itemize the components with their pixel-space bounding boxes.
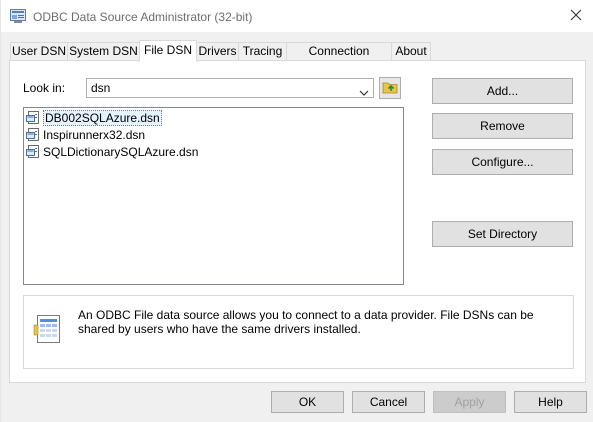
tab-file-dsn[interactable]: File DSN bbox=[139, 40, 197, 62]
ok-button[interactable]: OK bbox=[271, 391, 344, 413]
file-name: DB002SQLAzure.dsn bbox=[43, 110, 162, 126]
odbc-admin-icon bbox=[10, 9, 26, 23]
look-in-label: Look in: bbox=[23, 81, 66, 95]
dsn-file-icon bbox=[26, 111, 40, 125]
tab-about[interactable]: About bbox=[391, 42, 431, 61]
list-item[interactable]: DB002SQLAzure.dsn bbox=[26, 110, 162, 126]
tab-label: Drivers bbox=[198, 44, 237, 58]
apply-button[interactable]: Apply bbox=[433, 391, 506, 413]
look-in-value: dsn bbox=[91, 81, 111, 95]
up-folder-icon bbox=[382, 80, 398, 97]
chevron-down-icon bbox=[359, 84, 369, 96]
title-bar: ODBC Data Source Administrator (32-bit) bbox=[1, 0, 593, 32]
description-text: An ODBC File data source allows you to c… bbox=[78, 308, 534, 336]
window-title: ODBC Data Source Administrator (32-bit) bbox=[33, 10, 253, 24]
tab-label: System DSN bbox=[69, 44, 138, 58]
file-name: Inspirunnerx32.dsn bbox=[43, 128, 146, 142]
dsn-file-icon bbox=[26, 145, 40, 159]
file-name: SQLDictionarySQLAzure.dsn bbox=[43, 145, 199, 159]
tab-label: File DSN bbox=[143, 43, 192, 57]
up-folder-button[interactable] bbox=[379, 77, 401, 99]
tab-strip: User DSN System DSN File DSN Drivers Tra… bbox=[10, 40, 570, 75]
set-directory-button[interactable]: Set Directory bbox=[432, 221, 573, 247]
cancel-button[interactable]: Cancel bbox=[352, 391, 425, 413]
close-button[interactable] bbox=[561, 4, 591, 28]
tab-drivers[interactable]: Drivers bbox=[196, 42, 239, 61]
data-source-icon bbox=[33, 313, 65, 345]
odbc-admin-window: ODBC Data Source Administrator (32-bit) … bbox=[0, 0, 593, 422]
list-item[interactable]: SQLDictionarySQLAzure.dsn bbox=[26, 144, 198, 160]
configure-button[interactable]: Configure... bbox=[432, 149, 573, 175]
file-dsn-list[interactable]: DB002SQLAzure.dsn Inspirunnerx32.dsn SQL… bbox=[23, 107, 404, 285]
dsn-file-icon bbox=[26, 128, 40, 142]
tab-tracing[interactable]: Tracing bbox=[238, 42, 287, 61]
help-button[interactable]: Help bbox=[514, 391, 587, 413]
look-in-dropdown[interactable]: dsn bbox=[86, 78, 374, 98]
add-button[interactable]: Add... bbox=[432, 78, 573, 104]
tab-system-dsn[interactable]: System DSN bbox=[67, 42, 140, 61]
remove-button[interactable]: Remove bbox=[432, 113, 573, 139]
tab-label: User DSN bbox=[11, 44, 66, 58]
tab-label: Tracing bbox=[242, 44, 283, 58]
tab-connection-pooling[interactable]: Connection Pooling bbox=[286, 42, 392, 75]
list-item[interactable]: Inspirunnerx32.dsn bbox=[26, 127, 145, 143]
tab-label: About bbox=[395, 44, 427, 58]
close-icon bbox=[570, 9, 582, 24]
tab-user-dsn[interactable]: User DSN bbox=[10, 42, 68, 61]
